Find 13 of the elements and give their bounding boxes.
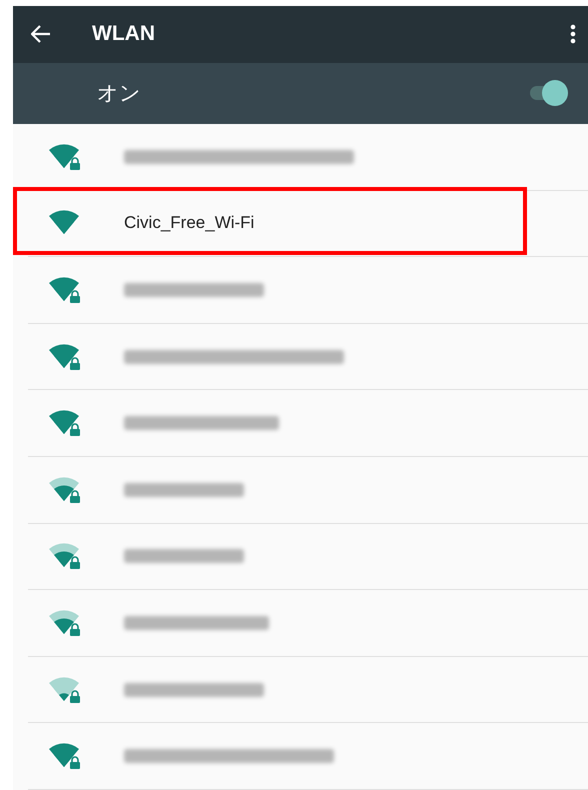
locked-wifi-icon bbox=[48, 142, 82, 171]
locked-wifi-icon bbox=[48, 476, 82, 504]
network-name[interactable]: Civic_Free_Wi-Fi bbox=[124, 213, 254, 234]
locked-wifi-icon bbox=[48, 742, 82, 770]
screen-title: WLAN bbox=[92, 22, 156, 46]
switch-label: オン bbox=[97, 80, 142, 108]
wifi-toggle[interactable] bbox=[530, 80, 568, 106]
locked-wifi-icon bbox=[48, 609, 82, 638]
locked-wifi-icon bbox=[48, 542, 82, 570]
locked-wifi-icon bbox=[48, 409, 82, 438]
locked-wifi-icon bbox=[48, 676, 82, 704]
locked-wifi-icon bbox=[48, 342, 82, 371]
locked-wifi-icon bbox=[48, 276, 82, 304]
